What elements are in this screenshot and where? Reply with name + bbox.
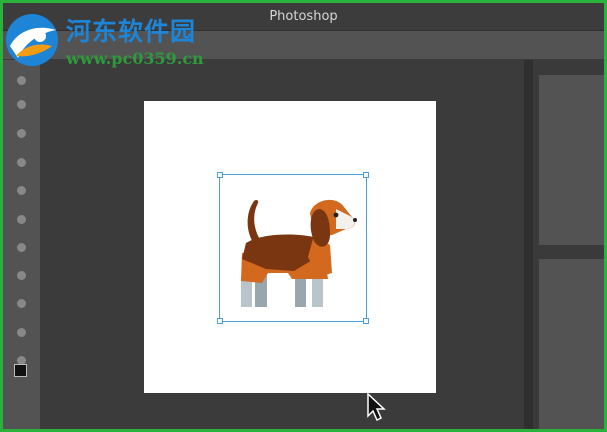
transform-handle-bottom-left[interactable] (217, 318, 223, 324)
tool-button[interactable] (17, 299, 26, 308)
tool-button[interactable] (17, 76, 26, 85)
tool-button[interactable] (17, 129, 26, 138)
watermark-logo: 河东软件园 www.pc0359.cn (4, 8, 229, 70)
transform-handle-top-right[interactable] (363, 172, 369, 178)
document-workspace (41, 60, 524, 429)
watermark-badge-icon (6, 14, 58, 66)
tool-button[interactable] (17, 243, 26, 252)
watermark-url: www.pc0359.cn (66, 49, 204, 68)
beagle-dog-illustration (241, 199, 357, 307)
transform-handle-top-left[interactable] (217, 172, 223, 178)
tool-button[interactable] (17, 215, 26, 224)
layers-panel[interactable] (539, 259, 604, 429)
transform-handle-bottom-right[interactable] (363, 318, 369, 324)
tool-button[interactable] (17, 186, 26, 195)
tool-button[interactable] (17, 328, 26, 337)
document-canvas[interactable] (144, 101, 436, 393)
transform-bounding-box[interactable] (217, 172, 369, 324)
properties-panel[interactable] (539, 75, 604, 245)
panel-divider[interactable] (524, 60, 533, 429)
mouse-pointer-icon (367, 392, 386, 422)
tool-button[interactable] (17, 158, 26, 167)
right-panel-dock (533, 60, 604, 429)
foreground-color-swatch[interactable] (14, 364, 27, 377)
tool-button[interactable] (17, 100, 26, 109)
watermark-title: 河东软件园 (66, 17, 197, 46)
tools-panel (3, 60, 41, 429)
tool-button[interactable] (17, 271, 26, 280)
